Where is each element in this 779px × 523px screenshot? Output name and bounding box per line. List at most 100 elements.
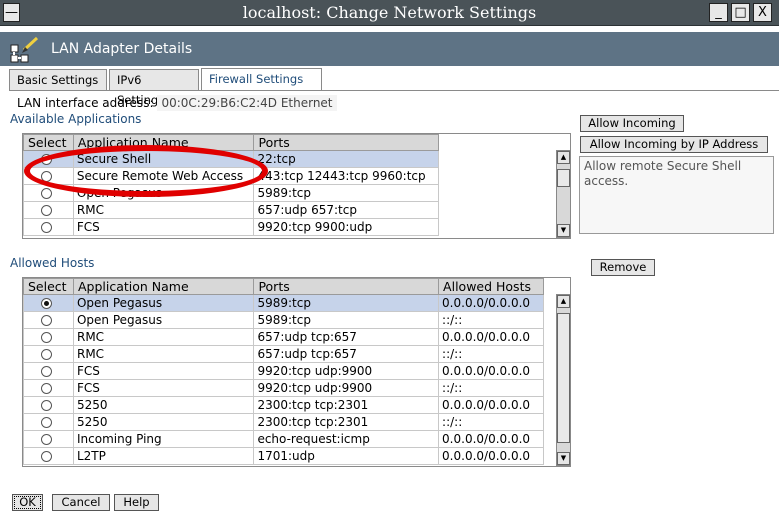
- cell-ports: 9920:tcp 9900:udp: [253, 218, 439, 236]
- scroll-down-arrow[interactable]: ▼: [557, 452, 570, 465]
- available-applications-title: Available Applications: [10, 112, 142, 126]
- help-button[interactable]: Help: [114, 494, 159, 511]
- cell-ports: 2300:tcp tcp:2301: [253, 413, 440, 431]
- row-radio-button[interactable]: [41, 205, 52, 216]
- cancel-button[interactable]: Cancel: [52, 494, 110, 511]
- row-radio-button[interactable]: [41, 400, 52, 411]
- scroll-up-arrow[interactable]: ▲: [557, 151, 570, 164]
- cell-hosts: 0.0.0.0/0.0.0.0: [438, 430, 544, 448]
- cell-hosts: 0.0.0.0/0.0.0.0: [438, 396, 544, 414]
- row-radio-button[interactable]: [41, 332, 52, 343]
- row-radio-button[interactable]: [41, 154, 52, 165]
- window-title: localhost: Change Network Settings: [242, 3, 537, 22]
- cell-ports: 9920:tcp udp:9900: [253, 379, 440, 397]
- tab-firewall-settings[interactable]: Firewall Settings: [201, 68, 322, 91]
- remove-button[interactable]: Remove: [591, 259, 655, 276]
- allowed-hosts-scrollbar[interactable]: ▲ ▼: [556, 294, 571, 466]
- row-select-cell: [23, 167, 74, 185]
- page-header: LAN Adapter Details: [0, 32, 779, 66]
- row-radio-button[interactable]: [41, 451, 52, 462]
- window-titlebar[interactable]: — localhost: Change Network Settings _ □…: [0, 0, 779, 26]
- cell-name: Secure Shell: [72, 150, 255, 168]
- row-radio-button[interactable]: [41, 434, 52, 445]
- row-radio-button[interactable]: [41, 298, 52, 309]
- lan-interface-label: LAN interface address:: [17, 96, 154, 110]
- table-row[interactable]: 5250 2300:tcp tcp:2301 0.0.0.0/0.0.0.0: [23, 396, 544, 414]
- column-header-ports: Ports: [253, 278, 440, 295]
- table-row[interactable]: FCS 9920:tcp udp:9900::/::: [23, 379, 544, 397]
- cell-name: FCS: [72, 379, 255, 397]
- ok-button[interactable]: OK: [12, 494, 43, 511]
- row-select-cell: [23, 430, 74, 448]
- column-header-application-name: Application Name: [72, 134, 255, 151]
- row-select-cell: [23, 447, 74, 465]
- table-row[interactable]: Open Pegasus 5989:tcp::/::: [23, 311, 544, 329]
- column-header-allowed-hosts: Allowed Hosts: [438, 278, 544, 295]
- cell-name: RMC: [72, 201, 255, 219]
- cell-ports: 5989:tcp: [253, 184, 439, 202]
- minimize-button[interactable]: _: [709, 3, 728, 22]
- cell-name: Open Pegasus: [72, 311, 255, 329]
- cell-name: Secure Remote Web Access: [72, 167, 255, 185]
- table-row[interactable]: RMC 657:udp tcp:657 0.0.0.0/0.0.0.0: [23, 328, 544, 346]
- tab-divider: [9, 90, 779, 91]
- row-select-cell: [23, 328, 74, 346]
- cell-name: RMC: [72, 345, 255, 363]
- column-header-select: Select: [23, 278, 74, 295]
- cell-ports: 2300:tcp tcp:2301: [253, 396, 440, 414]
- tab-basic-settings[interactable]: Basic Settings: [9, 69, 107, 91]
- scroll-up-arrow[interactable]: ▲: [557, 295, 570, 308]
- cell-hosts: ::/::: [438, 345, 544, 363]
- row-radio-button[interactable]: [41, 171, 52, 182]
- row-radio-button[interactable]: [41, 188, 52, 199]
- scroll-thumb[interactable]: [557, 313, 570, 443]
- cell-ports: 9920:tcp udp:9900: [253, 362, 440, 380]
- row-select-cell: [23, 218, 74, 236]
- row-radio-button[interactable]: [41, 383, 52, 394]
- table-row[interactable]: FCS 9920:tcp udp:9900 0.0.0.0/0.0.0.0: [23, 362, 544, 380]
- cell-ports: 657:udp 657:tcp: [253, 201, 439, 219]
- allowed-hosts-title: Allowed Hosts: [10, 256, 95, 270]
- cell-name: L2TP: [72, 447, 255, 465]
- lan-interface-info: LAN interface address: 00:0C:29:B6:C2:4D …: [17, 95, 337, 111]
- table-row[interactable]: RMC 657:udp tcp:657::/::: [23, 345, 544, 363]
- close-button[interactable]: X: [753, 3, 772, 22]
- allow-incoming-by-ip-button[interactable]: Allow Incoming by IP Address: [580, 136, 768, 153]
- table-row[interactable]: FCS 9920:tcp 9900:udp: [23, 218, 439, 236]
- available-applications-table: Select Application Name Ports Secure She…: [22, 133, 571, 239]
- row-select-cell: [23, 150, 74, 168]
- cell-name: Open Pegasus: [72, 184, 255, 202]
- cell-name: 5250: [72, 396, 255, 414]
- row-radio-button[interactable]: [41, 366, 52, 377]
- row-select-cell: [23, 345, 74, 363]
- row-select-cell: [23, 294, 74, 312]
- row-radio-button[interactable]: [41, 315, 52, 326]
- available-applications-scrollbar[interactable]: ▲ ▼: [556, 150, 571, 238]
- tab-ipv6-settings[interactable]: IPv6 Settings: [109, 69, 199, 107]
- table-row[interactable]: Open Pegasus 5989:tcp 0.0.0.0/0.0.0.0: [23, 294, 544, 312]
- cell-ports: 657:udp tcp:657: [253, 345, 440, 363]
- cell-hosts: 0.0.0.0/0.0.0.0: [438, 328, 544, 346]
- network-adapter-icon: [10, 36, 39, 63]
- table-row[interactable]: L2TP 1701:udp 0.0.0.0/0.0.0.0: [23, 447, 544, 465]
- cell-hosts: 0.0.0.0/0.0.0.0: [438, 294, 544, 312]
- table-row[interactable]: 5250 2300:tcp tcp:2301::/::: [23, 413, 544, 431]
- scroll-down-arrow[interactable]: ▼: [557, 224, 570, 237]
- row-radio-button[interactable]: [41, 222, 52, 233]
- table-row[interactable]: Secure Shell 22:tcp: [23, 150, 439, 168]
- row-select-cell: [23, 362, 74, 380]
- maximize-button[interactable]: □: [731, 3, 750, 22]
- row-radio-button[interactable]: [41, 417, 52, 428]
- table-row[interactable]: RMC 657:udp 657:tcp: [23, 201, 439, 219]
- row-select-cell: [23, 413, 74, 431]
- cell-hosts: ::/::: [438, 379, 544, 397]
- table-row[interactable]: Incoming Ping echo-request:icmp 0.0.0.0/0.…: [23, 430, 544, 448]
- column-header-select: Select: [23, 134, 74, 151]
- row-select-cell: [23, 396, 74, 414]
- table-row[interactable]: Open Pegasus 5989:tcp: [23, 184, 439, 202]
- scroll-thumb[interactable]: [557, 169, 570, 187]
- allow-incoming-button[interactable]: Allow Incoming: [580, 115, 684, 132]
- table-row[interactable]: Secure Remote Web Access 443:tcp 12443:tc…: [23, 167, 439, 185]
- row-select-cell: [23, 379, 74, 397]
- row-radio-button[interactable]: [41, 349, 52, 360]
